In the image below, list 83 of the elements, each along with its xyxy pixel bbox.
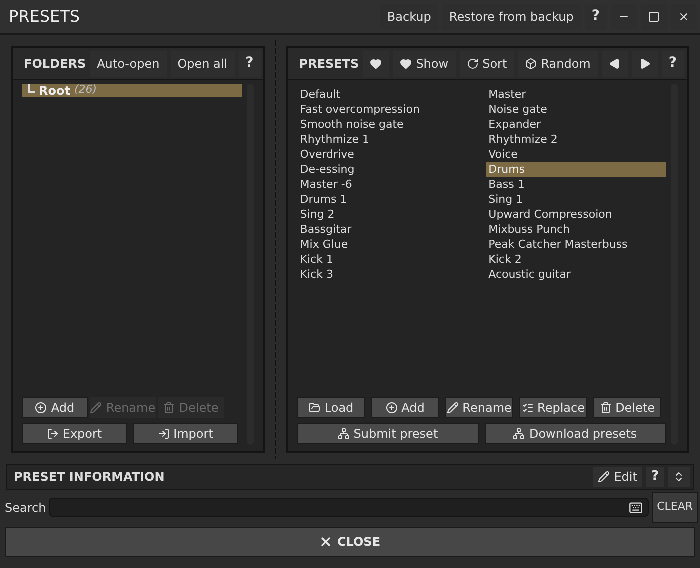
window-title: PRESETS [9,6,82,28]
clear-button[interactable]: CLEAR [652,492,698,523]
tree-item[interactable]: Root (26) [22,84,242,97]
import-button[interactable]: Import [133,423,238,444]
import-icon [158,428,170,440]
preset-item[interactable]: Master -6 [297,177,478,192]
network-icon [338,428,350,440]
preset-item[interactable]: Peak Catcher Masterbuss [486,237,666,252]
panel-title: FOLDERS [24,56,86,72]
random-button[interactable]: Random [518,50,598,76]
preset-item[interactable]: Rhythmize 1 [297,132,478,147]
prev-button[interactable] [602,50,628,76]
list-icon [522,402,534,414]
trash-icon [163,402,176,414]
preset-item[interactable]: Overdrive [297,147,478,162]
heart-icon [400,58,412,70]
preset-item[interactable]: Upward Compressoion [486,207,666,222]
preset-item[interactable]: De-essing [297,162,478,177]
preset-item[interactable]: Kick 2 [486,252,666,267]
maximize-icon [648,10,660,22]
preset-item[interactable]: Fast overcompression [297,102,478,117]
plus-icon [386,402,398,414]
preset-item[interactable]: Rhythmize 2 [486,132,666,147]
close-button[interactable]: CLOSE [5,527,695,557]
network-button[interactable]: Download presets [484,423,666,444]
network-icon [513,428,526,440]
tree-line-icon [28,84,35,93]
pencil-icon [598,471,610,483]
add-button[interactable]: Add [22,397,88,418]
preset-item[interactable]: Bass 1 [486,177,666,192]
replace-button[interactable]: Replace [519,397,588,418]
left-triangle-icon [608,58,621,70]
expand-button[interactable] [668,467,690,487]
right-triangle-icon [638,58,651,70]
load-button[interactable]: Load [297,397,366,418]
close-icon [678,10,690,22]
preset-item[interactable]: Mix Glue [297,237,478,252]
preset-item[interactable]: Master [486,87,666,102]
export-icon [46,428,59,440]
next-button[interactable] [632,50,658,76]
panel-title: PRESETS [299,56,360,72]
preset-item[interactable]: Smooth noise gate [297,117,478,132]
network-button[interactable]: Submit preset [297,423,479,444]
rename-button[interactable]: Rename [445,397,514,418]
preset-item[interactable]: Noise gate [486,102,666,117]
pencil-icon [446,402,459,414]
search-field[interactable] [49,498,650,517]
edit-button[interactable]: Edit [593,467,642,487]
preset-item[interactable]: Drums [486,162,666,177]
pencil-icon [90,402,102,414]
header-button[interactable]: Open all [170,50,235,76]
header-button[interactable]: Auto-open [90,50,167,76]
help-button[interactable]: ? [646,467,664,487]
close-icon [319,535,334,549]
heart-button[interactable] [363,50,390,76]
preset-item[interactable]: Kick 3 [297,267,478,282]
preset-item[interactable]: Voice [486,147,666,162]
preset-item[interactable]: Mixbuss Punch [486,222,666,237]
preset-item[interactable]: Default [297,87,478,102]
trash-icon [600,402,612,414]
expand-icon [673,471,685,483]
folder-icon [308,402,321,414]
sort-button[interactable]: Sort [460,50,514,76]
keyboard-icon [627,500,646,514]
plus-icon [35,402,48,414]
search-label: Search [5,500,46,516]
rotate-icon [466,58,479,70]
add-button[interactable]: Add [371,397,440,418]
heart-button[interactable]: Show [393,50,456,76]
preset-item[interactable]: Acoustic guitar [486,267,666,282]
preset-item[interactable]: Kick 1 [297,252,478,267]
cube-icon [525,58,538,70]
section-title: PRESET INFORMATION [14,469,166,486]
preset-item[interactable]: Sing 1 [486,192,666,207]
heart-icon [370,58,382,70]
preset-item[interactable]: Drums 1 [297,192,478,207]
export-button[interactable]: Export [22,423,127,444]
help-button[interactable]: ? [662,50,684,76]
preset-item[interactable]: Sing 2 [297,207,478,222]
delete-button[interactable]: Delete [593,397,662,418]
preset-item[interactable]: Expander [486,117,666,132]
preset-item[interactable]: Bassgitar [297,222,478,237]
help-button[interactable]: ? [238,50,261,76]
